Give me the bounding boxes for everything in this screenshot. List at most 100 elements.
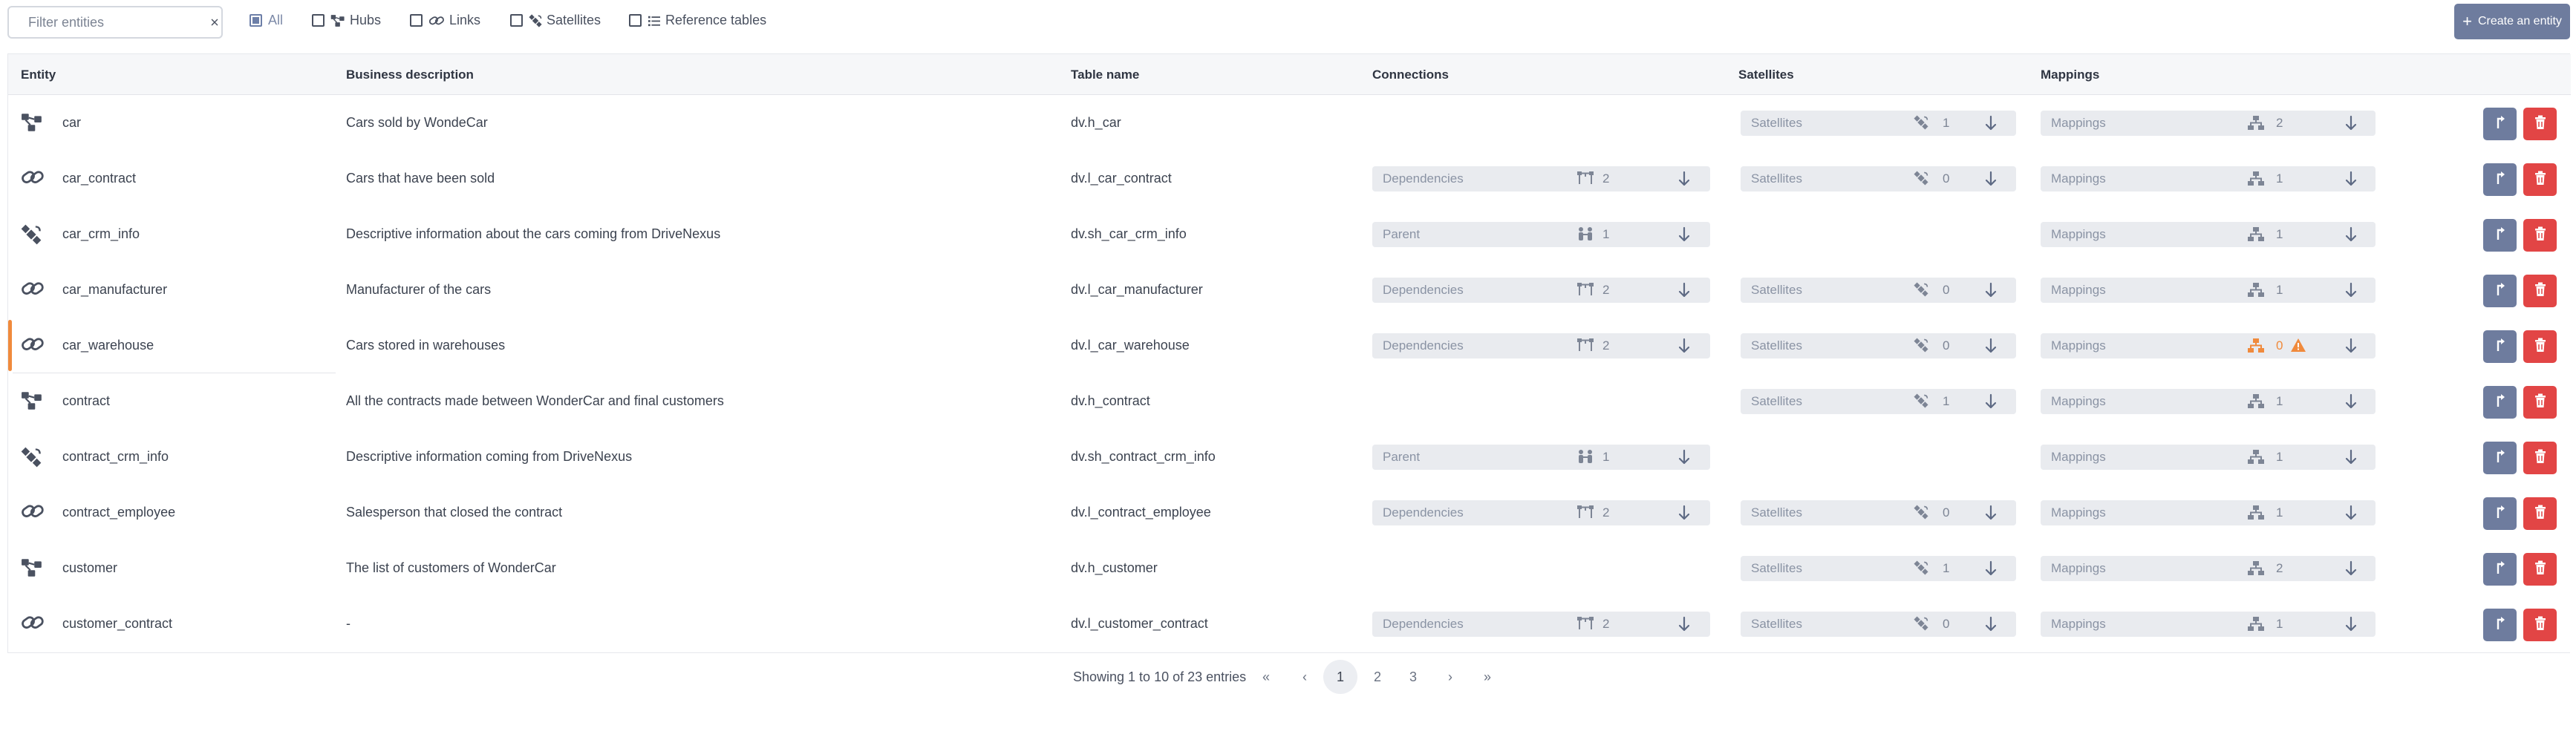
expand-satellites-icon[interactable] xyxy=(1985,338,1997,358)
expand-satellites-icon[interactable] xyxy=(1985,171,1997,191)
open-entity-button[interactable] xyxy=(2483,330,2517,363)
entity-name[interactable]: car_warehouse xyxy=(62,318,154,373)
mappings-pill[interactable]: Mappings 2 xyxy=(2041,111,2376,136)
expand-dependencies-icon[interactable] xyxy=(1678,282,1690,302)
entity-name[interactable]: customer xyxy=(62,540,117,596)
page-1-button[interactable]: 1 xyxy=(1323,660,1357,694)
expand-dependencies-icon[interactable] xyxy=(1678,338,1690,358)
expand-satellites-icon[interactable] xyxy=(1985,505,1997,525)
filter-entities-field[interactable] xyxy=(7,6,223,39)
clear-filter-icon[interactable] xyxy=(202,14,218,30)
mappings-pill[interactable]: Mappings 1 xyxy=(2041,166,2376,191)
entity-name[interactable]: contract_employee xyxy=(62,485,175,540)
mappings-pill[interactable]: Mappings 1 xyxy=(2041,612,2376,637)
delete-entity-button[interactable] xyxy=(2523,330,2557,363)
filter-hubs-checkbox[interactable]: Hubs xyxy=(312,13,381,28)
table-row[interactable]: customer_contract - dv.l_customer_contract… xyxy=(8,596,2571,652)
entity-name[interactable]: customer_contract xyxy=(62,596,172,652)
mappings-pill[interactable]: Mappings 1 xyxy=(2041,389,2376,414)
expand-mappings-icon[interactable] xyxy=(2345,282,2357,302)
entity-name[interactable]: contract_crm_info xyxy=(62,429,169,485)
expand-satellites-icon[interactable] xyxy=(1985,115,1997,135)
dependencies-pill[interactable]: Dependencies 2 xyxy=(1372,500,1710,525)
next-page-button[interactable]: › xyxy=(1441,661,1459,693)
satellites-pill[interactable]: Satellites 0 xyxy=(1741,333,2016,358)
satellites-pill[interactable]: Satellites 0 xyxy=(1741,278,2016,303)
open-entity-button[interactable] xyxy=(2483,442,2517,474)
open-entity-button[interactable] xyxy=(2483,108,2517,140)
expand-mappings-icon[interactable] xyxy=(2345,616,2357,636)
first-page-button[interactable]: « xyxy=(1257,661,1275,693)
column-table-name[interactable]: Table name xyxy=(1071,54,1139,95)
delete-entity-button[interactable] xyxy=(2523,553,2557,586)
entity-name[interactable]: car_crm_info xyxy=(62,206,140,262)
delete-entity-button[interactable] xyxy=(2523,497,2557,530)
dependencies-pill[interactable]: Dependencies 2 xyxy=(1372,278,1710,303)
previous-page-button[interactable]: ‹ xyxy=(1296,661,1314,693)
delete-entity-button[interactable] xyxy=(2523,609,2557,641)
dependencies-pill[interactable]: Dependencies 2 xyxy=(1372,333,1710,358)
dependencies-pill[interactable]: Dependencies 2 xyxy=(1372,612,1710,637)
expand-satellites-icon[interactable] xyxy=(1985,282,1997,302)
table-row[interactable]: car_warehouse Cars stored in warehouses dv… xyxy=(8,318,2571,373)
expand-mappings-icon[interactable] xyxy=(2345,505,2357,525)
expand-dependencies-icon[interactable] xyxy=(1678,505,1690,525)
satellites-pill[interactable]: Satellites 1 xyxy=(1741,389,2016,414)
delete-entity-button[interactable] xyxy=(2523,442,2557,474)
expand-mappings-icon[interactable] xyxy=(2345,226,2357,246)
expand-dependencies-icon[interactable] xyxy=(1678,616,1690,636)
filter-links-checkbox[interactable]: Links xyxy=(410,13,480,28)
satellites-pill[interactable]: Satellites 0 xyxy=(1741,500,2016,525)
open-entity-button[interactable] xyxy=(2483,553,2517,586)
open-entity-button[interactable] xyxy=(2483,163,2517,196)
expand-parent-icon[interactable] xyxy=(1678,226,1690,246)
table-row[interactable]: contract_employee Salesperson that closed… xyxy=(8,485,2571,540)
page-2-button[interactable]: 2 xyxy=(1369,661,1386,693)
expand-satellites-icon[interactable] xyxy=(1985,560,1997,580)
satellites-pill[interactable]: Satellites 0 xyxy=(1741,612,2016,637)
open-entity-button[interactable] xyxy=(2483,219,2517,252)
create-entity-button[interactable]: + Create an entity xyxy=(2454,4,2570,39)
satellites-pill[interactable]: Satellites 1 xyxy=(1741,111,2016,136)
filter-reference-tables-checkbox[interactable]: Reference tables xyxy=(629,13,766,28)
expand-satellites-icon[interactable] xyxy=(1985,393,1997,413)
delete-entity-button[interactable] xyxy=(2523,386,2557,419)
entity-name[interactable]: car_contract xyxy=(62,151,136,206)
filter-all-checkbox[interactable]: All xyxy=(250,13,283,28)
expand-mappings-icon[interactable] xyxy=(2345,171,2357,191)
table-row[interactable]: car Cars sold by WondeCar dv.h_car Satellit… xyxy=(8,95,2571,151)
entity-name[interactable]: car xyxy=(62,95,81,151)
delete-entity-button[interactable] xyxy=(2523,275,2557,307)
expand-mappings-icon[interactable] xyxy=(2345,338,2357,358)
mappings-pill[interactable]: Mappings 2 xyxy=(2041,556,2376,581)
last-page-button[interactable]: » xyxy=(1478,661,1496,693)
open-entity-button[interactable] xyxy=(2483,609,2517,641)
satellites-pill[interactable]: Satellites 0 xyxy=(1741,166,2016,191)
expand-dependencies-icon[interactable] xyxy=(1678,171,1690,191)
delete-entity-button[interactable] xyxy=(2523,163,2557,196)
entity-name[interactable]: contract xyxy=(62,373,110,429)
open-entity-button[interactable] xyxy=(2483,497,2517,530)
entity-name[interactable]: car_manufacturer xyxy=(62,262,167,318)
filter-entities-input[interactable] xyxy=(27,13,202,31)
open-entity-button[interactable] xyxy=(2483,275,2517,307)
expand-mappings-icon[interactable] xyxy=(2345,560,2357,580)
expand-mappings-icon[interactable] xyxy=(2345,393,2357,413)
open-entity-button[interactable] xyxy=(2483,386,2517,419)
page-3-button[interactable]: 3 xyxy=(1404,661,1422,693)
expand-mappings-icon[interactable] xyxy=(2345,115,2357,135)
delete-entity-button[interactable] xyxy=(2523,108,2557,140)
expand-mappings-icon[interactable] xyxy=(2345,449,2357,469)
table-row[interactable]: contract_crm_info Descriptive information… xyxy=(8,429,2571,485)
table-row[interactable]: contract All the contracts made between W… xyxy=(8,373,2571,429)
table-row[interactable]: car_crm_info Descriptive information abou… xyxy=(8,206,2571,262)
table-row[interactable]: car_contract Cars that have been sold dv.l… xyxy=(8,151,2571,206)
table-row[interactable]: car_manufacturer Manufacturer of the cars… xyxy=(8,262,2571,318)
satellites-pill[interactable]: Satellites 1 xyxy=(1741,556,2016,581)
mappings-pill[interactable]: Mappings 0 xyxy=(2041,333,2376,358)
table-row[interactable]: customer The list of customers of WonderC… xyxy=(8,540,2571,596)
mappings-pill[interactable]: Mappings 1 xyxy=(2041,278,2376,303)
parent-pill[interactable]: Parent 1 xyxy=(1372,222,1710,247)
mappings-pill[interactable]: Mappings 1 xyxy=(2041,500,2376,525)
column-entity[interactable]: Entity xyxy=(21,54,56,95)
